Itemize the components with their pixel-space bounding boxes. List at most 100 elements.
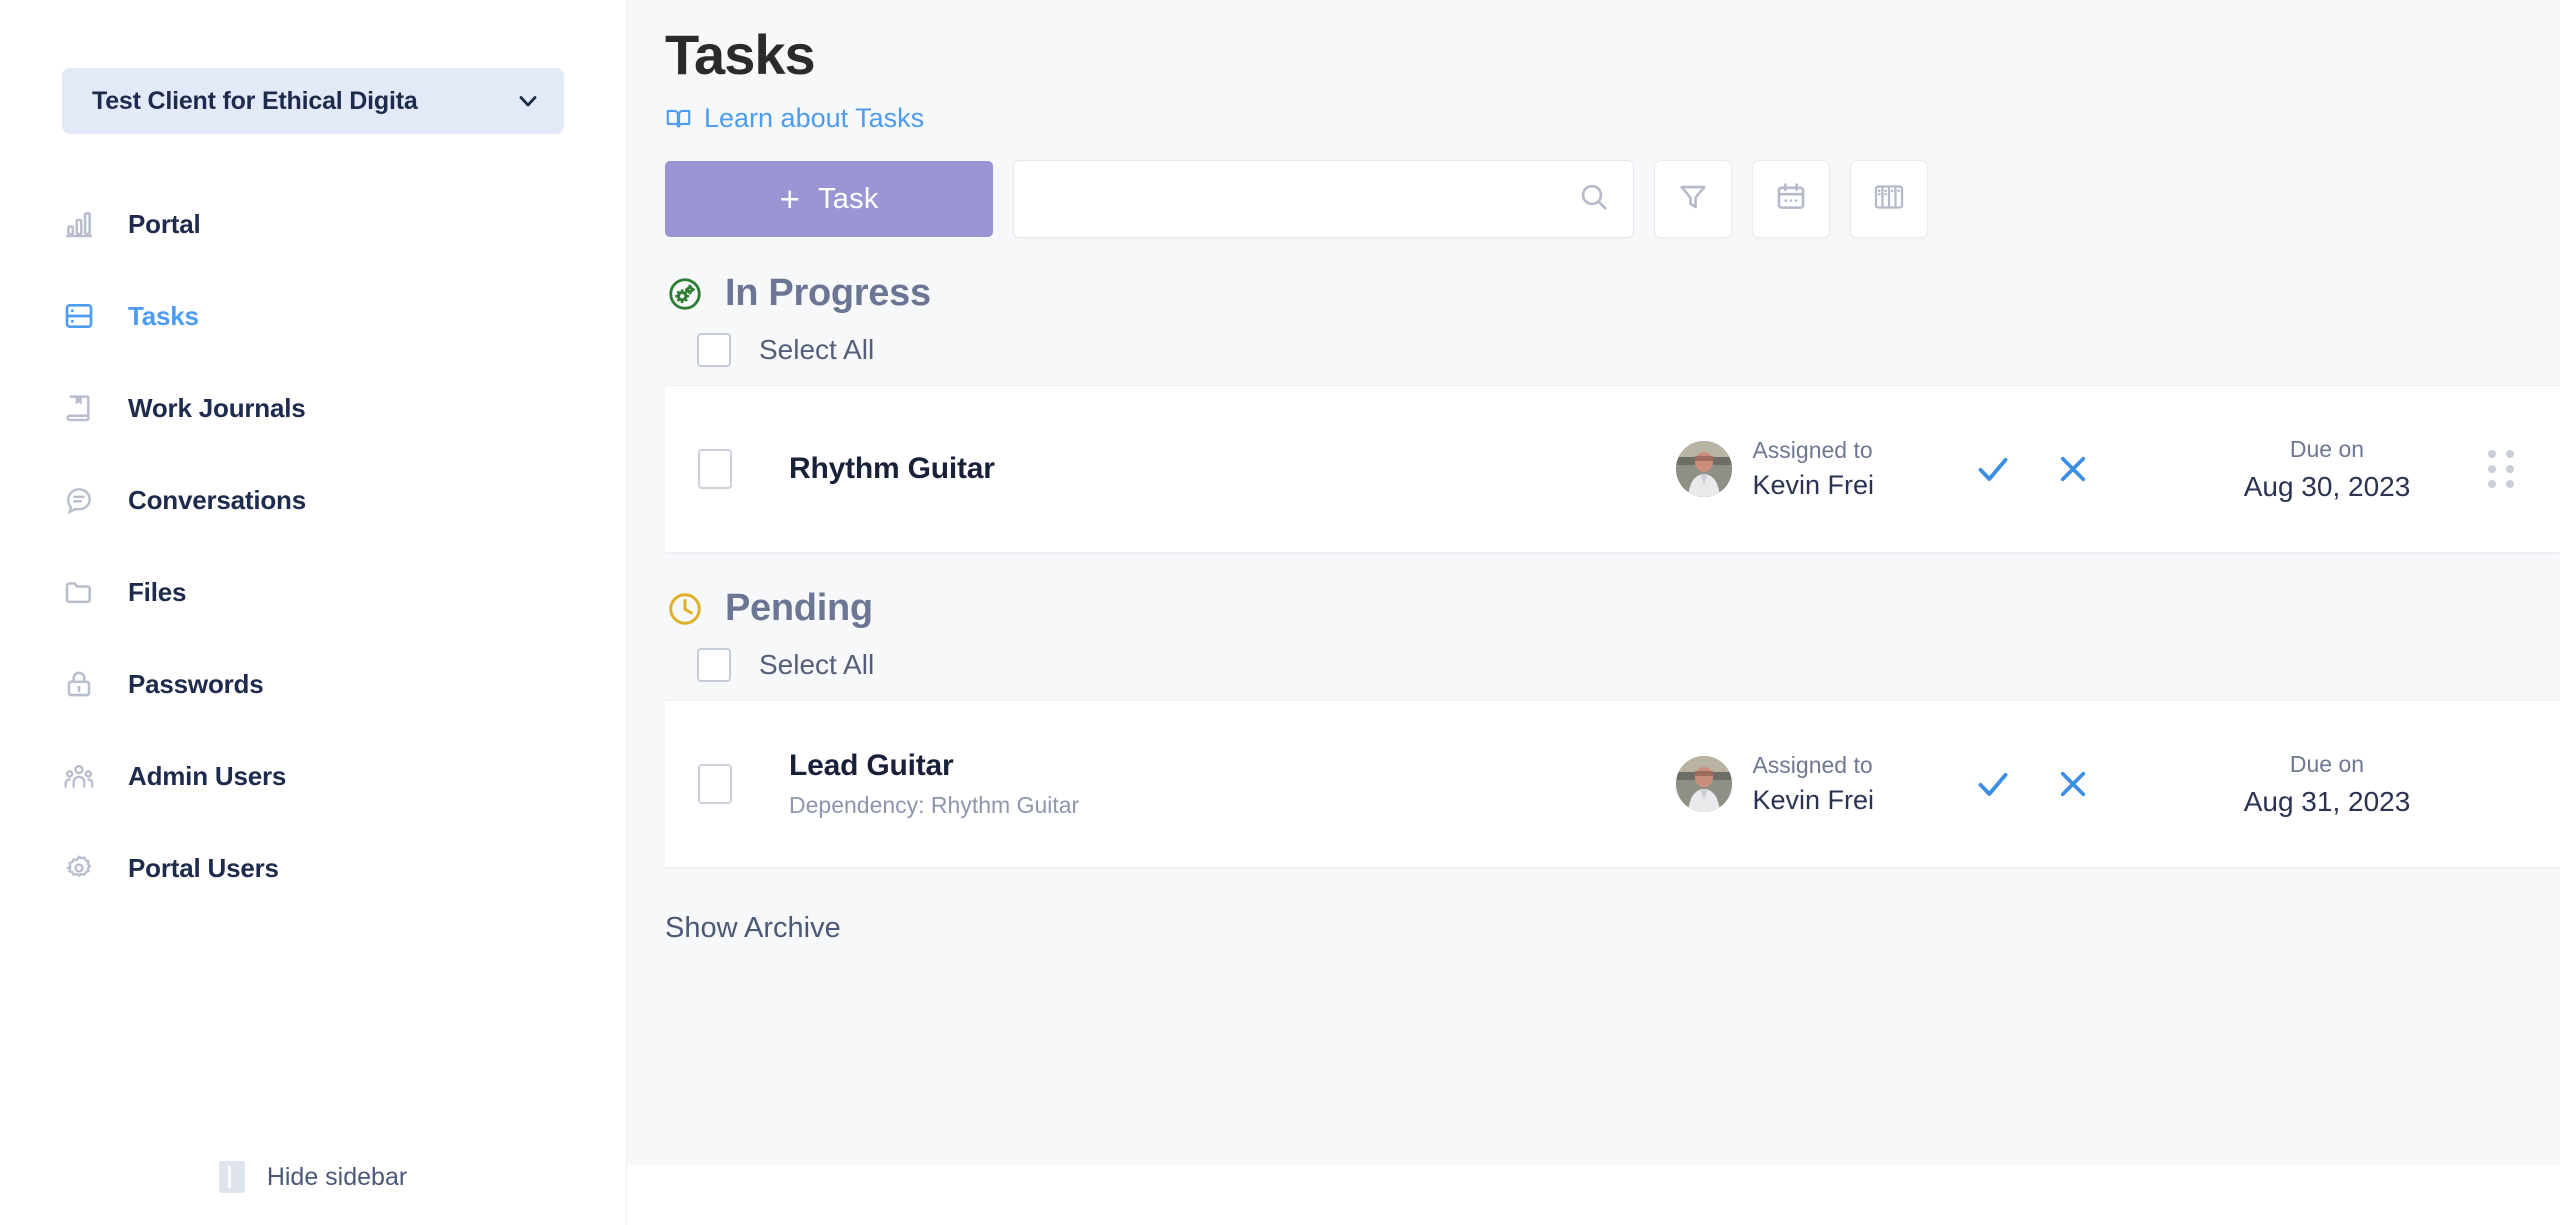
task-checkbox[interactable] (698, 764, 732, 804)
show-archive-button[interactable]: Show Archive (665, 912, 841, 945)
section-header: Pending (665, 587, 2560, 630)
table-row[interactable]: Lead Guitar Dependency: Rhythm Guitar As… (665, 700, 2560, 868)
sidebar-item-admin-users[interactable]: Admin Users (0, 748, 626, 804)
hide-sidebar-button[interactable]: Hide sidebar (0, 1161, 626, 1193)
learn-about-tasks-link[interactable]: Learn about Tasks (665, 103, 924, 134)
bottom-strip (627, 1165, 2560, 1225)
chat-bubble-icon (62, 483, 96, 517)
task-title: Rhythm Guitar (789, 452, 995, 485)
board-columns-icon (1872, 180, 1906, 219)
task-actions (1964, 755, 2102, 813)
x-icon[interactable] (2044, 440, 2102, 498)
tasks-list-icon (62, 299, 96, 333)
select-all-checkbox[interactable] (697, 648, 731, 682)
task-title: Lead Guitar (789, 749, 954, 782)
select-all-pending[interactable]: Select All (697, 648, 874, 682)
sidebar-item-label: Portal (128, 208, 201, 239)
funnel-filter-icon (1676, 180, 1710, 219)
assignee-name: Kevin Frei (1752, 785, 1874, 815)
due-on-label: Due on (2289, 750, 2365, 777)
select-all-label: Select All (759, 649, 875, 680)
board-view-button[interactable] (1850, 160, 1928, 238)
section-in-progress: In Progress Select All Rhythm Guitar Ass… (627, 272, 2560, 553)
plus-icon: + (779, 179, 801, 219)
task-assignee: Assigned to Kevin Frei (1676, 752, 1874, 816)
due-date: Aug 31, 2023 (2243, 785, 2411, 817)
task-due: Due on Aug 30, 2023 (2212, 436, 2442, 503)
task-checkbox-cell (665, 449, 765, 489)
learn-about-tasks-label: Learn about Tasks (704, 103, 925, 133)
sidebar-item-passwords[interactable]: Passwords (0, 656, 626, 712)
sidebar-item-label: Tasks (128, 300, 199, 331)
add-task-button[interactable]: + Task (665, 161, 993, 237)
sidebar-collapse-icon (218, 1161, 245, 1193)
sidebar-item-conversations[interactable]: Conversations (0, 472, 626, 528)
users-icon (62, 759, 96, 793)
task-info: Rhythm Guitar (765, 452, 1676, 486)
check-icon[interactable] (1964, 755, 2022, 813)
task-checkbox[interactable] (698, 449, 732, 489)
check-icon[interactable] (1964, 440, 2022, 498)
select-all-checkbox[interactable] (697, 333, 731, 367)
sidebar-item-label: Files (128, 576, 187, 607)
task-dependency: Dependency: Rhythm Guitar (789, 792, 1080, 818)
select-all-label: Select All (759, 334, 875, 365)
search-icon (1577, 180, 1611, 219)
table-row[interactable]: Rhythm Guitar Assigned to Kevin Frei Due… (665, 385, 2560, 553)
lock-icon (62, 667, 96, 701)
section-pending: Pending Select All Lead Guitar Dependenc… (627, 587, 2560, 868)
avatar (1676, 441, 1733, 497)
book-icon (665, 105, 693, 133)
page-title: Tasks (665, 23, 816, 86)
sidebar-item-label: Portal Users (128, 852, 279, 883)
drag-handle-cell[interactable] (2442, 450, 2560, 488)
client-selector-label: Test Client for Ethical Digita (92, 86, 418, 115)
tasks-toolbar: + Task (665, 160, 2560, 238)
avatar (1676, 756, 1733, 812)
assignee-text: Assigned to Kevin Frei (1752, 752, 1874, 816)
search-box[interactable] (1013, 160, 1634, 238)
folder-icon (62, 575, 96, 609)
section-title: In Progress (725, 272, 931, 314)
task-actions (1964, 440, 2102, 498)
task-info: Lead Guitar Dependency: Rhythm Guitar (765, 749, 1676, 819)
x-icon[interactable] (2044, 755, 2102, 813)
task-due: Due on Aug 31, 2023 (2212, 751, 2442, 818)
add-task-label: Task (818, 182, 879, 215)
main-content: Tasks Learn about Tasks + Task In Progre… (627, 0, 2560, 1225)
search-input[interactable] (1036, 183, 1577, 215)
drag-handle-cell[interactable] (2442, 765, 2560, 803)
sidebar-item-label: Passwords (128, 668, 264, 699)
select-all-in-progress[interactable]: Select All (697, 333, 874, 367)
assignee-name: Kevin Frei (1752, 470, 1874, 500)
due-on-label: Due on (2289, 435, 2365, 462)
gear-icon (62, 851, 96, 885)
sidebar-item-label: Work Journals (128, 392, 306, 423)
sidebar-item-portal-users[interactable]: Portal Users (0, 840, 626, 896)
filter-button[interactable] (1654, 160, 1732, 238)
sidebar-item-work-journals[interactable]: Work Journals (0, 380, 626, 436)
task-checkbox-cell (665, 764, 765, 804)
section-title: Pending (725, 587, 873, 629)
app-root: Test Client for Ethical Digita Portal Ta… (0, 0, 2560, 1225)
calendar-icon (1774, 180, 1808, 219)
assigned-to-label: Assigned to (1752, 752, 1873, 778)
hide-sidebar-label: Hide sidebar (266, 1162, 408, 1191)
section-header: In Progress (665, 272, 2560, 315)
journal-book-icon (62, 391, 96, 425)
in-progress-gears-icon (665, 274, 705, 314)
sidebar: Test Client for Ethical Digita Portal Ta… (0, 0, 627, 1225)
task-assignee: Assigned to Kevin Frei (1676, 437, 1874, 501)
sidebar-item-label: Admin Users (128, 760, 287, 791)
assigned-to-label: Assigned to (1752, 437, 1873, 463)
sidebar-item-portal[interactable]: Portal (0, 196, 626, 252)
client-selector[interactable]: Test Client for Ethical Digita (62, 68, 564, 134)
clock-icon (665, 589, 705, 629)
sidebar-item-files[interactable]: Files (0, 564, 626, 620)
sidebar-nav: Portal Tasks Work Journals Conversations… (0, 196, 626, 932)
sidebar-item-label: Conversations (128, 484, 307, 515)
drag-handle-icon[interactable] (2488, 450, 2514, 488)
chevron-down-icon (514, 87, 542, 115)
sidebar-item-tasks[interactable]: Tasks (0, 288, 626, 344)
calendar-view-button[interactable] (1752, 160, 1830, 238)
